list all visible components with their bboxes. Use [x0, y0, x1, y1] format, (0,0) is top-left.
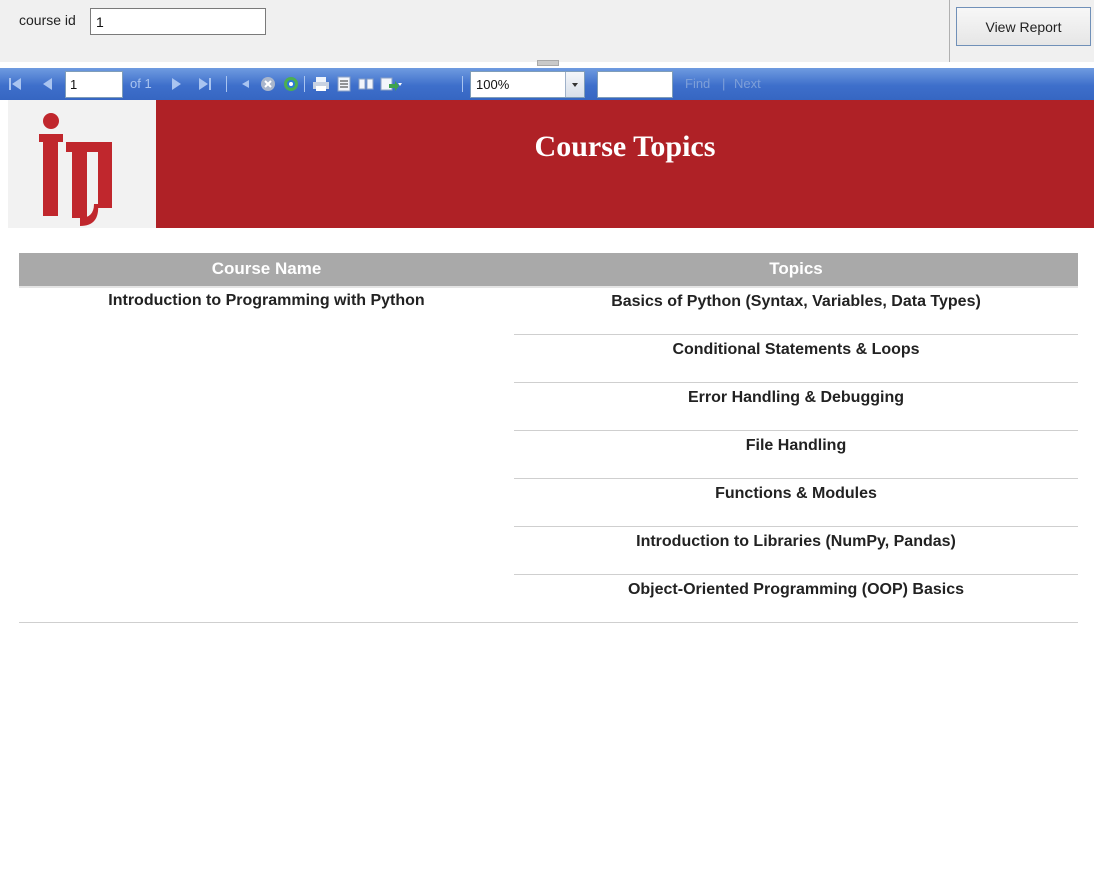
zoom-value: 100%: [476, 77, 510, 92]
topic-cell: Conditional Statements & Loops: [672, 341, 920, 358]
report-title: Course Topics: [534, 130, 716, 163]
table-row: File Handling: [514, 431, 1078, 479]
find-next-link[interactable]: Next: [734, 76, 761, 91]
refresh-icon[interactable]: [283, 76, 299, 92]
topic-cell: Basics of Python (Syntax, Variables, Dat…: [611, 293, 981, 310]
toolbar-separator: [462, 76, 463, 92]
topic-cell: Functions & Modules: [715, 485, 877, 502]
page-number-input[interactable]: [65, 71, 123, 98]
first-page-icon[interactable]: [8, 76, 22, 92]
table-header: Course Name Topics: [19, 253, 1078, 286]
parameter-area: course id View Report: [0, 0, 1094, 62]
page-setup-icon[interactable]: [358, 76, 374, 92]
find-separator: |: [722, 76, 726, 91]
table-row: Object-Oriented Programming (OOP) Basics: [514, 575, 1078, 623]
next-page-icon[interactable]: [170, 76, 184, 92]
find-link[interactable]: Find: [685, 76, 710, 91]
page-count-label: of 1: [130, 76, 152, 91]
toolbar-separator: [226, 76, 227, 92]
view-report-button[interactable]: View Report: [956, 7, 1091, 46]
print-layout-icon[interactable]: [336, 76, 352, 92]
table-row: Error Handling & Debugging: [514, 383, 1078, 431]
collapse-parameters-handle[interactable]: [537, 60, 559, 66]
logo-area: [8, 100, 156, 228]
iti-logo-icon: [39, 113, 112, 226]
course-name-cell: Introduction to Programming with Python: [108, 292, 425, 309]
chevron-down-icon: [572, 83, 578, 87]
table-bottom-border: [19, 622, 1078, 623]
last-page-icon[interactable]: [198, 76, 212, 92]
column-header-topics: Topics: [769, 259, 823, 278]
column-header-course-name: Course Name: [211, 259, 322, 278]
table-row: Basics of Python (Syntax, Variables, Dat…: [514, 287, 1078, 335]
topic-cell: Error Handling & Debugging: [688, 389, 904, 406]
zoom-dropdown-arrow[interactable]: [565, 72, 584, 97]
report-banner: Course Topics: [156, 100, 1094, 228]
topic-cell: Introduction to Libraries (NumPy, Pandas…: [636, 533, 956, 550]
print-icon[interactable]: [312, 76, 330, 92]
zoom-select[interactable]: 100%: [470, 71, 585, 98]
table-row: Introduction to Libraries (NumPy, Pandas…: [514, 527, 1078, 575]
back-icon[interactable]: [238, 76, 252, 92]
topic-cell: Object-Oriented Programming (OOP) Basics: [627, 581, 965, 598]
find-input[interactable]: [597, 71, 673, 98]
export-icon[interactable]: [380, 76, 402, 92]
table-row: Functions & Modules: [514, 479, 1078, 527]
previous-page-icon[interactable]: [40, 76, 54, 92]
course-id-label: course id: [19, 12, 76, 28]
toolbar-separator: [304, 76, 305, 92]
topic-cell: File Handling: [745, 437, 847, 454]
course-id-input[interactable]: [90, 8, 266, 35]
parameter-divider: [949, 0, 950, 62]
table-row: Conditional Statements & Loops: [514, 335, 1078, 383]
stop-icon[interactable]: [260, 76, 276, 92]
